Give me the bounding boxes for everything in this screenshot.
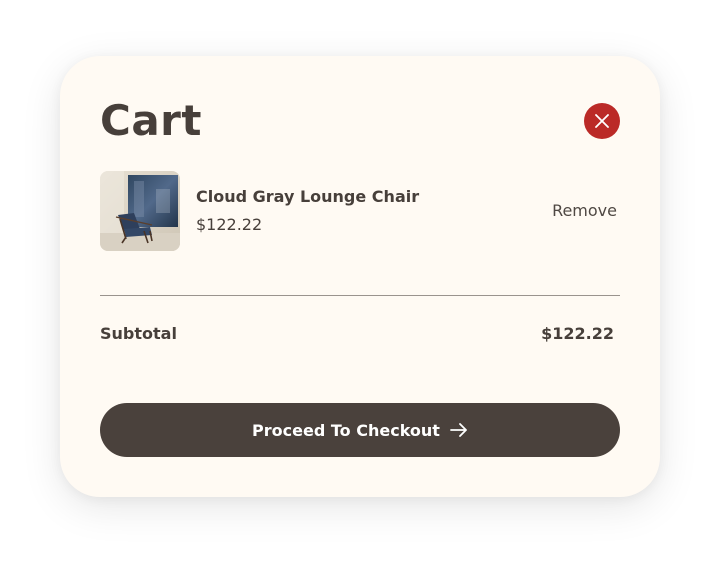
checkout-button[interactable]: Proceed To Checkout — [100, 403, 620, 457]
close-button[interactable] — [584, 103, 620, 139]
checkout-label: Proceed To Checkout — [252, 420, 440, 440]
close-icon — [595, 114, 609, 128]
product-thumbnail[interactable] — [100, 171, 180, 251]
arrow-right-icon — [450, 423, 467, 437]
remove-button[interactable]: Remove — [552, 201, 617, 220]
subtotal-value: $122.22 — [541, 324, 614, 343]
product-price: $122.22 — [196, 215, 263, 234]
subtotal-label: Subtotal — [100, 324, 177, 343]
divider — [100, 295, 620, 296]
cart-item: Cloud Gray Lounge Chair $122.22 Remove — [100, 171, 620, 251]
cart-panel: Cart Cloud Gray Lounge Chair $122.22 Rem… — [60, 56, 660, 497]
lounge-chair-photo — [100, 171, 180, 251]
product-name[interactable]: Cloud Gray Lounge Chair — [196, 187, 419, 206]
cart-title: Cart — [100, 96, 202, 145]
